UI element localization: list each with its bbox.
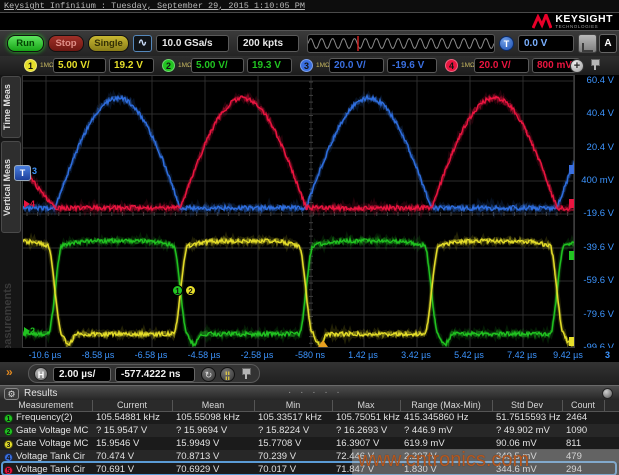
gear-icon[interactable]: ⚙: [4, 388, 19, 400]
table-row[interactable]: 2Gate Voltage MC ? 15.9547 V? 15.9694 V …: [0, 424, 619, 437]
menu-bar: KEYSIGHT TECHNOLOGIES: [0, 13, 619, 30]
measurement-source-icon: 3: [4, 440, 13, 449]
stop-button[interactable]: Stop: [48, 35, 84, 52]
left-sidebar: Time Meas Vertical Meas Measurements: [0, 75, 22, 362]
acquisition-settings-button[interactable]: A: [599, 34, 617, 53]
channel-1-impedance: 1MΩ: [40, 62, 54, 69]
table-row[interactable]: 1Frequency(2) 105.54881 kHz105.55098 kHz…: [0, 411, 619, 424]
channel-3-offset-field[interactable]: -19.6 V: [387, 58, 437, 73]
table-header-row: Measurement Current Mean Min Max Range (…: [0, 400, 619, 411]
measurement-source-icon: 1: [4, 414, 13, 423]
right-edge-channel-marker[interactable]: [569, 199, 574, 208]
waveform-mode-icon[interactable]: ∿: [133, 35, 152, 52]
tab-vertical-meas[interactable]: Vertical Meas: [1, 141, 21, 233]
horizontal-position-field[interactable]: -577.4222 ns: [115, 367, 195, 382]
display-settings-button[interactable]: [578, 34, 597, 53]
y-axis-tick-label: -19.6 V: [576, 208, 614, 219]
y-axis-tick-label: 60.4 V: [576, 75, 614, 86]
channel-4-scale-field[interactable]: 20.0 V/: [474, 58, 529, 73]
x-axis-tick-label: -10.6 µs: [29, 350, 62, 360]
waveform-svg: [23, 76, 574, 347]
x-axis-tick-label: 9.42 µs: [553, 350, 583, 360]
waveform-overview-strip[interactable]: [307, 34, 495, 53]
brand-name: KEYSIGHT: [555, 15, 613, 24]
channel-2-scale-field[interactable]: 5.00 V/: [191, 58, 244, 73]
x-axis-extra-label: 3: [605, 350, 610, 360]
horizontal-bar: » H 2.00 µs/ -577.4222 ns ↻ ¦¦: [0, 362, 619, 385]
zoom-mode-icon[interactable]: ↻: [201, 367, 216, 382]
measure-marker-1: 1: [172, 285, 183, 296]
run-button[interactable]: Run: [7, 35, 44, 52]
channel-bar: 1 1MΩ 5.00 V/ 19.2 V 2 1MΩ 5.00 V/ 19.3 …: [0, 56, 619, 75]
channel-4-impedance: 1MΩ: [461, 62, 475, 69]
y-axis-tick-label: -59.6 V: [576, 275, 614, 286]
trigger-level-field[interactable]: 0.0 V: [518, 35, 574, 52]
oscilloscope-screen: Keysight Infiniium : Tuesday, September …: [0, 0, 619, 475]
x-axis-tick-label: 5.42 µs: [454, 350, 484, 360]
measurement-source-icon: 5: [4, 466, 13, 475]
waveform-display[interactable]: T 3 4212: [22, 75, 575, 348]
pin-icon[interactable]: [590, 59, 599, 71]
right-edge-channel-marker[interactable]: [569, 251, 574, 260]
y-axis-tick-label: 40.4 V: [576, 108, 614, 119]
channel-1-offset-field[interactable]: 19.2 V: [109, 58, 154, 73]
results-panel-header: ⚙ Results · · · · ·: [0, 385, 619, 400]
trigger-level-marker[interactable]: T: [14, 165, 31, 181]
channel-2-impedance: 1MΩ: [178, 62, 192, 69]
trigger-channel-label: 3: [32, 166, 37, 176]
results-title: Results: [24, 388, 57, 399]
x-axis-tick-label: -2.58 µs: [241, 350, 274, 360]
keysight-logo: KEYSIGHT TECHNOLOGIES: [532, 13, 613, 30]
right-edge-channel-marker[interactable]: [569, 337, 574, 346]
keysight-spark-icon: [532, 14, 552, 30]
add-channel-button[interactable]: +: [570, 59, 584, 73]
horizontal-controls-group: H 2.00 µs/ -577.4222 ns ↻ ¦¦: [28, 364, 260, 383]
x-axis-tick-label: 7.42 µs: [507, 350, 537, 360]
channel-4-badge[interactable]: 4: [445, 59, 458, 72]
measurement-source-icon: 4: [4, 453, 13, 462]
memory-depth-field[interactable]: 200 kpts: [237, 35, 299, 52]
sidebar-watermark: Measurements: [2, 245, 14, 360]
channel-2-badge[interactable]: 2: [162, 59, 175, 72]
reference-point-icon[interactable]: ¦¦: [220, 367, 235, 382]
y-axis-tick-label: -39.6 V: [576, 242, 614, 253]
channel-1-badge[interactable]: 1: [24, 59, 37, 72]
y-axis-tick-label: 400 mV: [576, 175, 614, 186]
y-axis-labels: 60.4 V 40.4 V 20.4 V 400 mV -19.6 V -39.6 V -5…: [575, 75, 619, 348]
x-axis-tick-label: -4.58 µs: [188, 350, 221, 360]
x-axis-tick-label: 1.42 µs: [348, 350, 378, 360]
window-title: Keysight Infiniium : Tuesday, September …: [0, 0, 619, 13]
channel-2-offset-field[interactable]: 19.3 V: [247, 58, 292, 73]
timebase-field[interactable]: 2.00 µs/: [53, 367, 111, 382]
channel-1-scale-field[interactable]: 5.00 V/: [53, 58, 106, 73]
right-edge-channel-marker[interactable]: [569, 165, 574, 174]
horizontal-badge: H: [34, 367, 48, 381]
channel-3-impedance: 1MΩ: [316, 62, 330, 69]
tab-time-meas[interactable]: Time Meas: [1, 76, 21, 138]
channel-4-ground-marker[interactable]: 4: [24, 199, 35, 209]
channel-2-ground-marker[interactable]: 2: [24, 326, 35, 336]
horizontal-reference-marker[interactable]: [318, 340, 328, 347]
x-axis-tick-label: -8.58 µs: [82, 350, 115, 360]
channel-3-scale-field[interactable]: 20.0 V/: [329, 58, 384, 73]
pin-icon[interactable]: [241, 368, 250, 380]
channel-3-badge[interactable]: 3: [300, 59, 313, 72]
measurement-source-icon: 2: [4, 427, 13, 436]
measure-marker-2: 2: [185, 285, 196, 296]
sample-rate-field[interactable]: 10.0 GSa/s: [156, 35, 229, 52]
x-axis-labels: 3 -10.6 µs -8.58 µs -6.58 µs -4.58 µs -2.58 …: [0, 348, 619, 362]
drag-handle-dots[interactable]: · · · · ·: [288, 387, 343, 398]
y-axis-tick-label: 20.4 V: [576, 142, 614, 153]
y-axis-tick-label: -79.6 V: [576, 309, 614, 320]
x-axis-tick-label: -580 ns: [295, 350, 325, 360]
acquisition-toolbar: Run Stop Single ∿ 10.0 GSa/s 200 kpts T …: [0, 30, 619, 56]
single-button[interactable]: Single: [88, 35, 129, 52]
overview-sine-icon: [308, 35, 494, 52]
x-axis-tick-label: 3.42 µs: [401, 350, 431, 360]
panel-options-button[interactable]: [602, 388, 613, 399]
expand-chevrons[interactable]: »: [6, 365, 13, 379]
trigger-badge[interactable]: T: [499, 36, 514, 51]
watermark-text: www.cntronics.com: [358, 449, 619, 472]
x-axis-tick-label: -6.58 µs: [135, 350, 168, 360]
